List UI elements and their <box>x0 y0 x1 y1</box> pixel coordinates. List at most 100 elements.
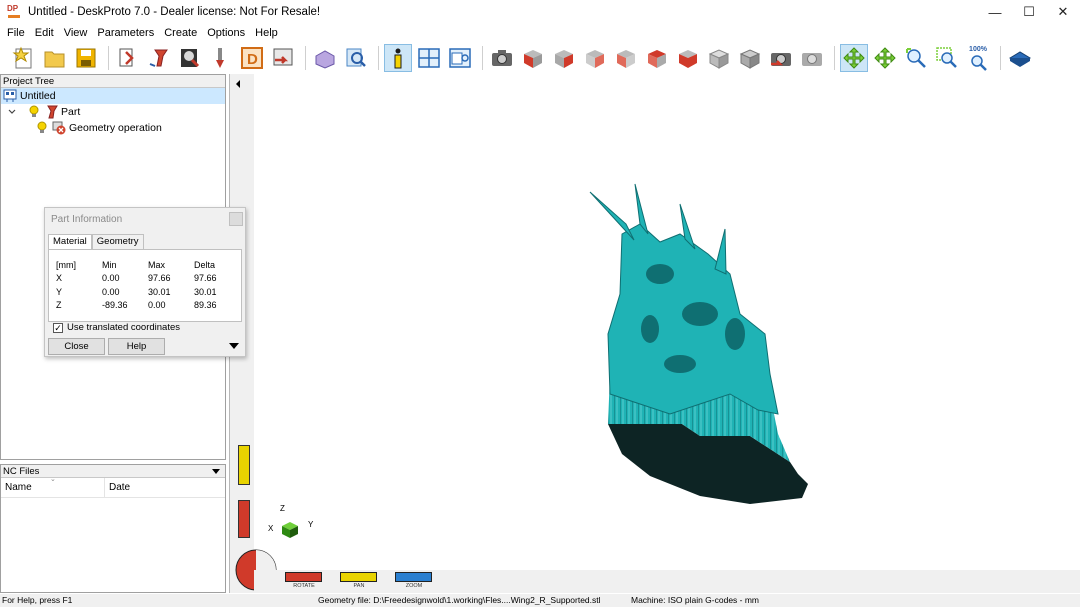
view-bottom-button[interactable] <box>674 44 702 72</box>
view-snapshot-b-button[interactable] <box>798 44 826 72</box>
part-information-tabs: Material Geometry <box>48 234 144 249</box>
zoom-control[interactable] <box>395 572 432 582</box>
maximize-button[interactable]: ☐ <box>1012 0 1046 24</box>
view-top-button[interactable] <box>643 44 671 72</box>
zoom-control-label: ZOOM <box>405 583 423 589</box>
menu-help[interactable]: Help <box>250 27 283 39</box>
tree-item-part[interactable]: Part <box>1 104 225 120</box>
min-cell: 0.00 <box>102 273 120 284</box>
geometry-operation-error-icon <box>52 121 66 135</box>
camera-button[interactable] <box>488 44 516 72</box>
cube-right-icon <box>617 50 635 68</box>
menu-view[interactable]: View <box>59 27 93 39</box>
app-logo-icon: DP <box>7 5 21 19</box>
zoom-100-icon <box>971 54 987 71</box>
drawing-button[interactable]: D <box>238 44 266 72</box>
tile-view-button[interactable] <box>415 44 443 72</box>
rotate-view-button[interactable] <box>840 44 868 72</box>
menu-edit[interactable]: Edit <box>30 27 59 39</box>
lightbulb-icon[interactable] <box>35 121 49 135</box>
menu-options[interactable]: Options <box>202 27 250 39</box>
toolbar-separator <box>378 46 379 70</box>
zoom-in-view-button[interactable] <box>902 44 930 72</box>
3d-viewport[interactable]: Z X Y ROTATE PAN ZOOM <box>229 74 1080 593</box>
zoom-in-icon <box>906 48 926 68</box>
view-iso-2-button[interactable] <box>736 44 764 72</box>
close-window-button[interactable]: ✕ <box>1046 0 1080 24</box>
nc-files-panel: NC Files Name Date ⌄ <box>0 464 226 593</box>
axis-cell: X <box>56 273 63 284</box>
chevron-down-icon[interactable] <box>5 105 19 119</box>
chevron-down-icon[interactable] <box>212 469 220 474</box>
preview-window-button[interactable] <box>446 44 474 72</box>
save-project-button[interactable] <box>72 44 100 72</box>
menu-file[interactable]: File <box>2 27 30 39</box>
rotate-control-label: ROTATE <box>293 583 315 589</box>
cube-iso-icon <box>708 49 730 69</box>
close-button[interactable]: Close <box>48 338 105 355</box>
max-cell: 97.66 <box>148 273 171 284</box>
image-import-button[interactable] <box>176 44 204 72</box>
view-left-button[interactable] <box>550 44 578 72</box>
menu-create[interactable]: Create <box>159 27 202 39</box>
camera-red-icon <box>771 53 791 66</box>
book-button[interactable] <box>1006 44 1034 72</box>
zoom-window-view-button[interactable] <box>933 44 961 72</box>
help-button[interactable]: Help <box>108 338 165 355</box>
book-icon <box>1009 51 1031 67</box>
column-header-date[interactable]: Date <box>105 478 130 497</box>
status-machine: Machine: ISO plain G-codes - mm <box>631 595 760 605</box>
cube-top-icon <box>648 50 666 68</box>
part-icon <box>44 105 58 119</box>
model-spike <box>589 191 635 241</box>
info-button[interactable] <box>384 44 412 72</box>
part-figure-icon <box>149 49 168 67</box>
toolbar-separator <box>834 46 835 70</box>
lightbulb-icon[interactable] <box>27 105 41 119</box>
folder-icon <box>44 51 65 68</box>
tree-item-project[interactable]: Untitled <box>1 88 225 104</box>
view-back-button[interactable] <box>581 44 609 72</box>
open-project-button[interactable] <box>41 44 69 72</box>
pan-control[interactable] <box>340 572 377 582</box>
expand-arrow-icon[interactable] <box>229 343 239 349</box>
rotate-control[interactable] <box>285 572 322 582</box>
max-cell: 30.01 <box>148 286 171 297</box>
view-iso-1-button[interactable] <box>705 44 733 72</box>
column-header-unit: [mm] <box>56 259 76 270</box>
svg-text:D: D <box>247 51 258 68</box>
minimize-button[interactable]: — <box>978 0 1012 24</box>
info-icon <box>394 48 402 69</box>
nc-files-column-headers: Name Date ⌄ <box>1 476 225 498</box>
search-view-button[interactable] <box>342 44 370 72</box>
tab-material[interactable]: Material <box>48 234 92 249</box>
view-snapshot-a-button[interactable] <box>767 44 795 72</box>
bitmap-icon <box>181 49 200 68</box>
new-project-button[interactable] <box>10 44 38 72</box>
nc-files-header[interactable]: NC Files <box>1 465 225 478</box>
view-right-button[interactable] <box>612 44 640 72</box>
tool-settings-button[interactable] <box>207 44 235 72</box>
zoom-100-button[interactable]: 100% <box>964 44 992 72</box>
translated-coordinates-checkbox[interactable]: ✓ <box>53 322 63 333</box>
export-button[interactable] <box>269 44 297 72</box>
floppy-disk-icon <box>76 48 96 68</box>
pick-part-button[interactable] <box>145 44 173 72</box>
axis-label-z: Z <box>280 504 285 513</box>
cube-left-icon <box>555 50 573 68</box>
3d-view-button[interactable] <box>311 44 339 72</box>
camera-grey-icon <box>802 53 822 66</box>
tree-item-geometry-operation[interactable]: Geometry operation <box>1 120 225 136</box>
view-front-button[interactable] <box>519 44 547 72</box>
tab-geometry[interactable]: Geometry <box>91 234 144 249</box>
toolbar-separator <box>305 46 306 70</box>
pan-view-button[interactable] <box>871 44 899 72</box>
pan-arrows-icon <box>874 47 896 69</box>
dialog-close-icon[interactable] <box>229 212 243 226</box>
min-cell: 0.00 <box>102 286 120 297</box>
tree-item-label: Geometry operation <box>69 122 162 134</box>
part-information-body: [mm] Min Max Delta X 0.00 97.66 97.66 Y … <box>48 249 242 322</box>
part-information-title[interactable]: Part Information <box>45 208 245 230</box>
menu-parameters[interactable]: Parameters <box>92 27 159 39</box>
import-geometry-button[interactable] <box>114 44 142 72</box>
